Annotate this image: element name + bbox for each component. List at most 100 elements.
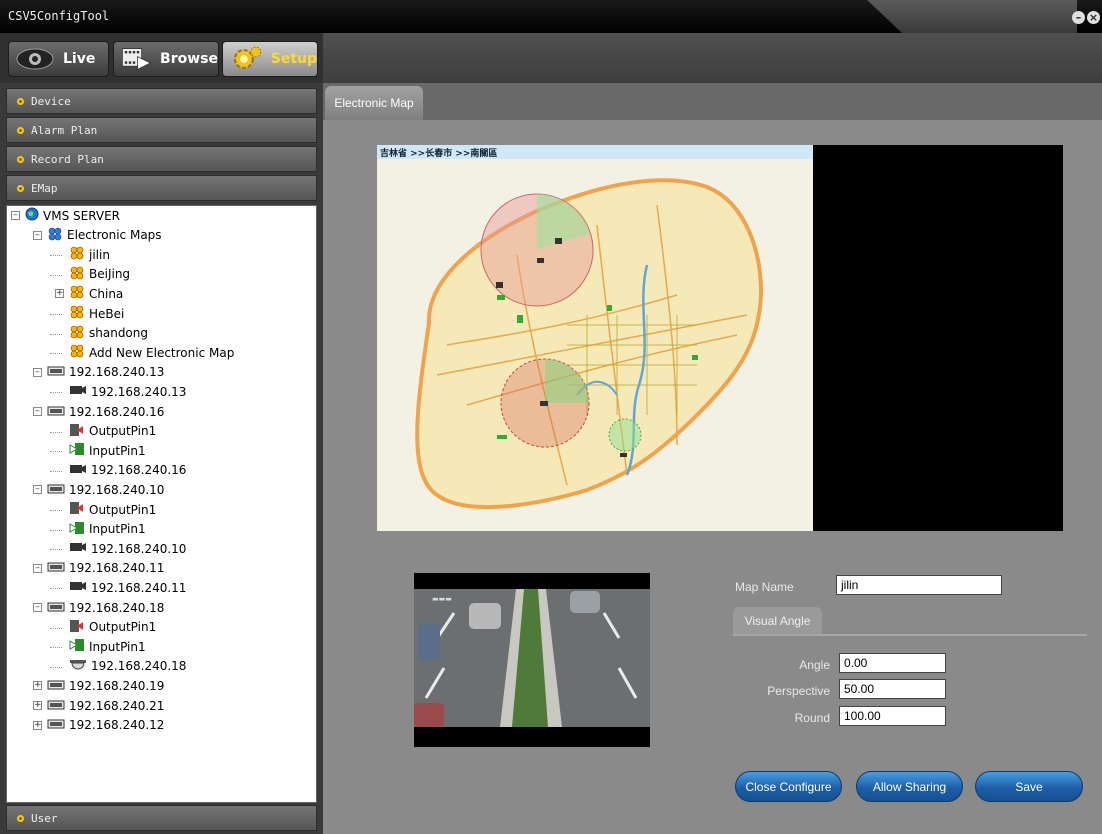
main-tab-bar: Electronic Map — [323, 83, 1102, 120]
section-emap[interactable]: EMap — [6, 175, 317, 201]
tree-node[interactable]: Electronic Maps — [47, 226, 162, 245]
tree-node[interactable]: OutputPin1 — [69, 422, 156, 441]
tree-node-label: 192.168.240.11 — [69, 561, 165, 576]
tree-node[interactable]: 192.168.240.10 — [69, 539, 186, 558]
tree-node[interactable]: InputPin1 — [69, 637, 146, 656]
collapse-toggle-icon[interactable]: – — [33, 407, 42, 416]
expand-toggle-icon[interactable]: + — [33, 681, 42, 691]
section-emap-label: EMap — [31, 181, 58, 195]
expand-toggle-icon[interactable]: + — [33, 720, 42, 730]
close-button[interactable]: × — [1087, 11, 1100, 24]
section-device[interactable]: Device — [6, 88, 317, 114]
tree-node[interactable]: shandong — [69, 324, 148, 343]
device-icon — [47, 561, 65, 575]
camera-icon — [69, 463, 87, 478]
tab-setup[interactable]: Setup — [222, 41, 318, 77]
tab-electronic-map[interactable]: Electronic Map — [325, 86, 423, 120]
highway-video-frame: ▬▬▬ — [414, 589, 650, 727]
tree-node[interactable]: HeBei — [69, 304, 124, 323]
film-icon — [122, 48, 152, 71]
tree-node[interactable]: 192.168.240.13 — [47, 363, 164, 382]
bullet-icon — [17, 814, 24, 822]
tree-node[interactable]: 192.168.240.18 — [69, 657, 186, 676]
tree-connector — [50, 314, 62, 315]
tree-node[interactable]: Add New Electronic Map — [69, 343, 234, 362]
tab-browse[interactable]: Browse — [113, 41, 219, 77]
angle-input[interactable]: 0.00 — [839, 653, 946, 673]
tree-connector — [50, 274, 62, 276]
device-icon — [47, 699, 65, 713]
tab-visual-angle[interactable]: Visual Angle — [733, 607, 822, 634]
tree-node[interactable]: 192.168.240.16 — [69, 461, 186, 480]
dome-camera-icon — [69, 659, 87, 674]
expand-toggle-icon[interactable]: + — [33, 701, 42, 710]
tree-node-label: 192.168.240.13 — [91, 384, 187, 399]
collapse-toggle-icon[interactable]: – — [33, 563, 42, 573]
map-group-icon — [47, 227, 63, 244]
tree-node-label: 192.168.240.13 — [69, 365, 165, 380]
device-icon — [47, 679, 65, 693]
input-pin-icon — [69, 521, 85, 538]
section-user[interactable]: User — [6, 805, 317, 831]
tree-node-label: Add New Electronic Map — [89, 345, 235, 360]
map-group-icon — [69, 285, 85, 302]
tree-node-label: 192.168.240.10 — [91, 541, 187, 556]
tree-node-label: 192.168.240.12 — [69, 718, 165, 733]
tree-node-label: BeiJing — [89, 267, 131, 282]
tree-node[interactable]: 192.168.240.12 — [47, 716, 164, 735]
perspective-input[interactable]: 50.00 — [839, 679, 946, 699]
close-configure-button[interactable]: Close Configure — [735, 771, 842, 802]
tree-node-label: jilin — [89, 247, 110, 262]
section-record-plan[interactable]: Record Plan — [6, 146, 317, 172]
section-alarm-plan[interactable]: Alarm Plan — [6, 117, 317, 143]
minimize-button[interactable]: – — [1072, 11, 1085, 24]
tree-node[interactable]: 192.168.240.16 — [47, 402, 164, 421]
round-input[interactable]: 100.00 — [839, 706, 946, 726]
map-group-icon — [69, 325, 85, 342]
tree-node[interactable]: VMS SERVER — [25, 206, 120, 225]
map-viewport[interactable]: 吉林省 >>长春市 >>南關區 — [377, 145, 1063, 531]
expand-toggle-icon[interactable]: + — [55, 289, 64, 299]
tree-node[interactable]: OutputPin1 — [69, 618, 156, 637]
tree-node[interactable]: 192.168.240.10 — [47, 480, 164, 499]
config-tool-window: CSV5ConfigTool – × Live Browse Setup Dev… — [0, 0, 1102, 834]
collapse-toggle-icon[interactable]: – — [33, 603, 42, 612]
tree-node[interactable]: 192.168.240.11 — [69, 578, 186, 597]
collapse-toggle-icon[interactable]: – — [33, 485, 42, 495]
tree-node[interactable]: BeiJing — [69, 265, 130, 284]
device-tree[interactable]: – VMS SERVER – Electronic Maps jilin BeiJing +… — [6, 205, 317, 803]
tab-live[interactable]: Live — [8, 41, 109, 77]
perspective-label: Perspective — [767, 684, 830, 698]
input-pin-icon — [69, 442, 85, 459]
map-group-icon — [69, 344, 85, 361]
tree-node-label: 192.168.240.16 — [69, 404, 165, 419]
collapse-toggle-icon[interactable]: – — [11, 211, 20, 220]
tree-node[interactable]: 192.168.240.13 — [69, 382, 186, 401]
tree-node[interactable]: InputPin1 — [69, 441, 146, 460]
tree-node[interactable]: China — [69, 284, 123, 303]
map-name-input[interactable]: jilin — [836, 575, 1002, 595]
eye-icon — [16, 48, 54, 70]
section-record-plan-label: Record Plan — [31, 152, 104, 166]
tree-connector — [50, 647, 62, 649]
device-icon — [47, 405, 65, 419]
tree-node[interactable]: 192.168.240.21 — [47, 696, 164, 715]
tree-connector — [50, 392, 62, 394]
tree-node[interactable]: 192.168.240.18 — [47, 598, 164, 617]
tree-node[interactable]: InputPin1 — [69, 520, 146, 539]
collapse-toggle-icon[interactable]: – — [33, 230, 42, 240]
tree-node[interactable]: jilin — [69, 245, 110, 264]
tree-node-label: OutputPin1 — [89, 502, 157, 517]
map-image[interactable]: 吉林省 >>长春市 >>南關區 — [377, 145, 813, 531]
save-button[interactable]: Save — [975, 771, 1083, 802]
tree-node[interactable]: 192.168.240.11 — [47, 559, 164, 578]
collapse-toggle-icon[interactable]: – — [33, 367, 42, 377]
camera-preview[interactable]: ▬▬▬ — [414, 573, 650, 747]
camera-icon — [69, 541, 87, 556]
tree-node[interactable]: OutputPin1 — [69, 500, 156, 519]
tree-node[interactable]: 192.168.240.19 — [47, 676, 164, 695]
allow-sharing-button[interactable]: Allow Sharing — [856, 771, 963, 802]
map-drawing — [415, 178, 764, 510]
output-pin-icon — [69, 423, 85, 440]
tree-connector — [50, 333, 62, 335]
